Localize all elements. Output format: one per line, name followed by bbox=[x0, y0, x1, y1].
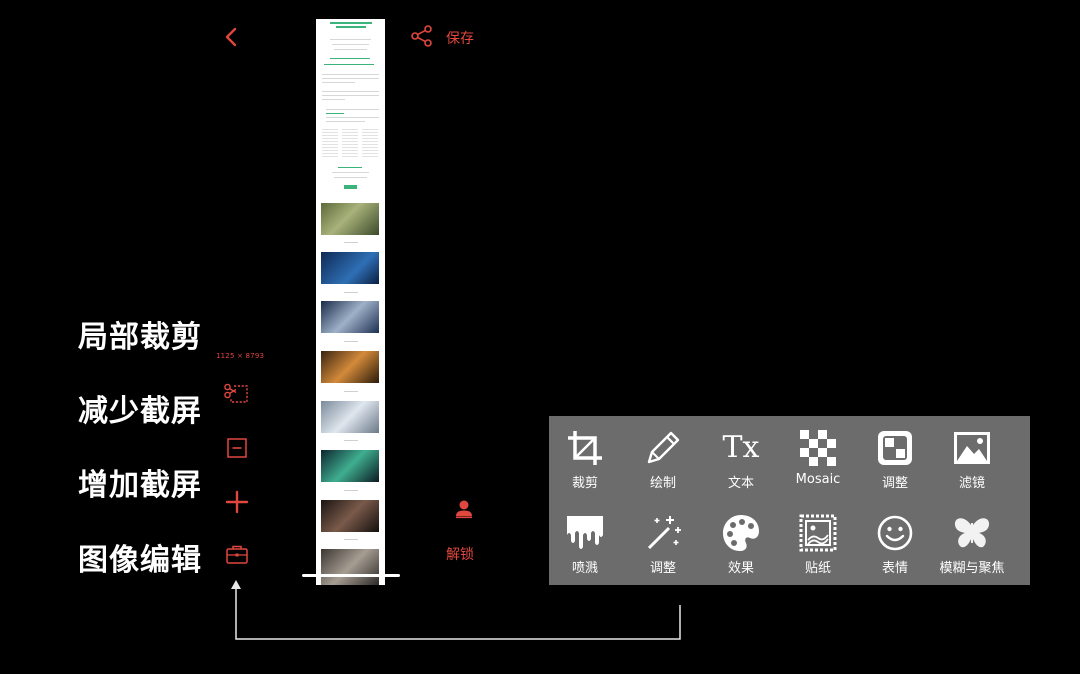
preview-column bbox=[362, 129, 378, 159]
preview-column bbox=[322, 129, 338, 159]
preview-text-line bbox=[326, 121, 365, 122]
edit-item-effects[interactable]: 效果 bbox=[701, 513, 781, 576]
edit-item-splash[interactable]: 喷溅 bbox=[545, 513, 625, 576]
palette-icon bbox=[723, 515, 759, 551]
edit-item-filter[interactable]: 滤镜 bbox=[932, 428, 1012, 491]
edit-item-mosaic[interactable]: Mosaic bbox=[778, 428, 858, 487]
preview-caption bbox=[344, 242, 358, 243]
save-button[interactable]: 保存 bbox=[446, 28, 474, 48]
unlock-button[interactable]: 解锁 bbox=[446, 544, 474, 564]
long-screenshot-preview[interactable] bbox=[316, 19, 385, 585]
preview-text-line bbox=[326, 117, 379, 118]
preview-title-line bbox=[330, 22, 372, 24]
crop-icon bbox=[568, 431, 602, 465]
preview-image bbox=[321, 401, 379, 433]
edit-item-blur-focus[interactable]: 模糊与聚焦 bbox=[932, 513, 1012, 576]
back-button[interactable] bbox=[222, 26, 242, 48]
preview-caption bbox=[344, 292, 358, 293]
preview-caption bbox=[344, 539, 358, 540]
label-partial-crop: 局部裁剪 bbox=[78, 320, 202, 355]
preview-image bbox=[321, 301, 379, 333]
share-icon[interactable] bbox=[410, 25, 434, 47]
crop-scissors-icon[interactable] bbox=[223, 380, 249, 406]
preview-title-line bbox=[336, 26, 366, 28]
preview-text-line bbox=[322, 78, 379, 79]
preview-text-line bbox=[334, 177, 367, 178]
preview-image bbox=[321, 500, 379, 532]
preview-caption bbox=[344, 391, 358, 392]
edit-item-adjust-wand[interactable]: 调整 bbox=[623, 513, 703, 576]
preview-text-line bbox=[322, 91, 379, 92]
label-image-edit: 图像编辑 bbox=[78, 543, 202, 578]
preview-text-line bbox=[332, 44, 369, 45]
butterfly-icon bbox=[954, 518, 990, 548]
preview-text-line bbox=[332, 172, 369, 173]
preview-highlight bbox=[326, 113, 344, 114]
edit-item-text[interactable]: Tx 文本 bbox=[701, 428, 781, 491]
image-dimensions: 1125 × 8793 bbox=[216, 352, 265, 360]
preview-caption bbox=[344, 341, 358, 342]
text-tx-icon: Tx bbox=[722, 430, 760, 465]
preview-text-line bbox=[322, 74, 379, 75]
preview-image bbox=[321, 203, 379, 235]
plus-icon[interactable] bbox=[224, 489, 250, 515]
connector-arrow bbox=[231, 580, 681, 640]
preview-caption bbox=[344, 490, 358, 491]
toolbox-icon[interactable] bbox=[224, 542, 250, 568]
image-edit-panel: 裁剪 绘制 Tx 文本 Mosaic 调整 滤镜 喷溅 调整 效果 贴纸 表情 … bbox=[549, 416, 1030, 585]
minus-square-icon[interactable] bbox=[224, 435, 250, 461]
image-filter-icon bbox=[954, 432, 990, 464]
preview-text-line bbox=[330, 39, 371, 40]
pencil-icon bbox=[647, 431, 680, 464]
stamp-icon bbox=[799, 514, 837, 552]
preview-image bbox=[321, 450, 379, 482]
label-add-screenshot: 增加截屏 bbox=[78, 468, 202, 503]
preview-highlight bbox=[324, 64, 374, 65]
preview-image bbox=[321, 351, 379, 383]
preview-text-line bbox=[326, 109, 379, 110]
preview-image bbox=[321, 252, 379, 284]
edit-item-emoji[interactable]: 表情 bbox=[855, 513, 935, 576]
adjust-square-icon bbox=[878, 431, 912, 465]
person-icon[interactable] bbox=[454, 499, 474, 519]
smiley-icon bbox=[877, 515, 913, 551]
preview-text-line bbox=[322, 82, 355, 83]
preview-button bbox=[344, 185, 357, 189]
preview-text-line bbox=[334, 49, 367, 50]
mosaic-icon bbox=[800, 430, 836, 466]
drip-icon bbox=[567, 516, 603, 549]
preview-caption bbox=[344, 440, 358, 441]
preview-highlight bbox=[330, 58, 370, 59]
preview-highlight bbox=[338, 167, 362, 168]
magic-wand-icon bbox=[647, 516, 681, 550]
edit-item-sticker[interactable]: 贴纸 bbox=[778, 513, 858, 576]
preview-column bbox=[342, 129, 358, 159]
preview-text-line bbox=[322, 99, 345, 100]
preview-text-line bbox=[322, 95, 379, 96]
edit-item-adjust[interactable]: 调整 bbox=[855, 428, 935, 491]
edit-item-crop[interactable]: 裁剪 bbox=[545, 428, 625, 491]
edit-item-draw[interactable]: 绘制 bbox=[623, 428, 703, 491]
label-reduce-screenshot: 减少截屏 bbox=[78, 394, 202, 429]
